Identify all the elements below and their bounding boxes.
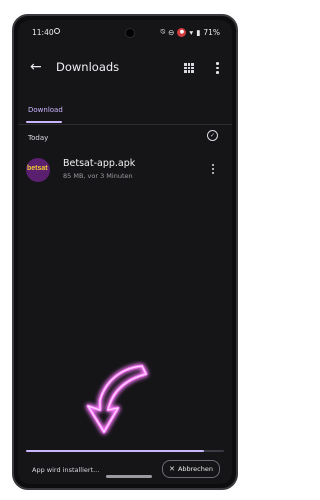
recording-icon: ● <box>177 27 187 37</box>
glowing-arrow-icon <box>86 364 148 434</box>
install-status: App wird installiert... <box>32 466 100 474</box>
notification-icon <box>54 28 60 34</box>
select-all-check-icon[interactable]: ✓ <box>207 130 218 141</box>
home-indicator[interactable] <box>106 475 152 478</box>
silent-icon: ⍉ <box>160 27 166 36</box>
item-more-icon[interactable] <box>212 164 214 174</box>
wifi-icon: ▾ <box>189 27 194 37</box>
status-icons: ⍉ ⊖ ● ▾ ▮ 71% <box>161 27 220 37</box>
download-filename: Betsat-app.apk <box>63 158 136 169</box>
back-arrow-icon[interactable]: ← <box>30 59 42 75</box>
downloads-screen: 11:40 ⍉ ⊖ ● ▾ ▮ 71% ← Downloads Download… <box>18 20 232 484</box>
page-title: Downloads <box>56 60 120 74</box>
more-options-icon[interactable] <box>216 62 219 74</box>
download-item[interactable]: betsat Betsat-app.apk 85 MB, vor 3 Minut… <box>18 152 232 184</box>
tab-indicator <box>26 121 62 123</box>
battery-level: 71% <box>203 27 220 37</box>
battery-icon: ▮ <box>196 27 201 37</box>
app-logo: betsat <box>26 158 50 182</box>
front-camera <box>125 28 135 38</box>
tab-bar: Download <box>18 102 232 125</box>
app-logo-text: betsat <box>27 165 48 172</box>
install-progress-bar <box>26 450 205 452</box>
status-time: 11:40 <box>32 28 54 37</box>
section-title: Today <box>28 134 49 142</box>
app-bar: ← Downloads <box>18 48 232 88</box>
download-meta: 85 MB, vor 3 Minuten <box>63 172 133 180</box>
cancel-button[interactable]: ✕ Abbrechen <box>162 460 220 478</box>
grid-view-icon[interactable] <box>184 63 194 73</box>
cancel-label: Abbrechen <box>177 465 213 473</box>
phone-frame: 11:40 ⍉ ⊖ ● ▾ ▮ 71% ← Downloads Download… <box>12 14 238 490</box>
tab-download[interactable]: Download <box>28 106 63 114</box>
dnd-icon: ⊖ <box>168 27 175 37</box>
status-bar: 11:40 ⍉ ⊖ ● ▾ ▮ 71% <box>18 20 232 42</box>
close-icon: ✕ <box>169 465 175 473</box>
